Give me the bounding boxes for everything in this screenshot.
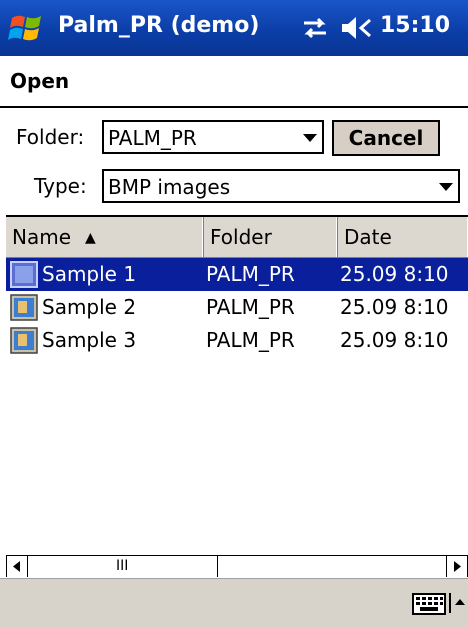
bmp-file-icon: [10, 261, 38, 288]
list-row-sample-1[interactable]: Sample 1 PALM_PR 25.09 8:10: [6, 258, 468, 291]
type-dropdown[interactable]: BMP images: [102, 169, 460, 203]
bmp-file-icon: [10, 294, 38, 321]
clock[interactable]: 15:10: [380, 13, 450, 38]
row-folder: PALM_PR: [206, 295, 295, 319]
page-title: Open: [10, 69, 70, 93]
scroll-left-button[interactable]: [6, 556, 28, 577]
scroll-track[interactable]: [218, 556, 446, 577]
row-folder: PALM_PR: [206, 328, 295, 352]
header-divider: [0, 106, 468, 108]
title-bar: Palm_PR (demo) 15:10: [0, 0, 468, 56]
column-header-date[interactable]: Date: [338, 217, 468, 257]
column-header-name[interactable]: Name ▲: [6, 217, 204, 257]
folder-label: Folder:: [16, 125, 85, 149]
chevron-down-icon: [303, 134, 317, 142]
sort-ascending-icon: ▲: [85, 230, 96, 246]
speaker-icon[interactable]: [340, 15, 374, 41]
windows-start-icon[interactable]: [6, 8, 48, 48]
row-date: 25.09 8:10: [340, 262, 449, 286]
list-header: Name ▲ Folder Date: [6, 217, 468, 258]
folder-value: PALM_PR: [108, 126, 197, 150]
list-row-sample-3[interactable]: Sample 3 PALM_PR 25.09 8:10: [6, 324, 468, 357]
keyboard-icon[interactable]: [412, 593, 446, 615]
dialog-header: Open: [0, 56, 468, 106]
column-header-name-label: Name: [12, 225, 72, 249]
type-value: BMP images: [108, 175, 231, 199]
folder-dropdown[interactable]: PALM_PR: [102, 120, 324, 154]
arrow-right-icon: [454, 561, 461, 572]
row-date: 25.09 8:10: [340, 295, 449, 319]
scroll-right-button[interactable]: [446, 556, 468, 577]
chevron-down-icon: [439, 183, 453, 191]
scroll-thumb[interactable]: III: [28, 556, 218, 577]
horizontal-scrollbar[interactable]: III: [6, 555, 468, 578]
file-list[interactable]: Name ▲ Folder Date Sample 1 PALM_PR 25.09…: [6, 215, 468, 557]
row-date: 25.09 8:10: [340, 328, 449, 352]
bmp-file-icon: [10, 327, 38, 354]
row-folder: PALM_PR: [206, 262, 295, 286]
column-header-folder[interactable]: Folder: [204, 217, 338, 257]
row-name: Sample 3: [42, 328, 137, 352]
arrow-left-icon: [13, 561, 20, 572]
list-row-sample-2[interactable]: Sample 2 PALM_PR 25.09 8:10: [6, 291, 468, 324]
command-bar: [0, 578, 468, 627]
row-name: Sample 2: [42, 295, 137, 319]
row-name: Sample 1: [42, 262, 137, 286]
scroll-thumb-grip: III: [116, 558, 129, 574]
type-label: Type:: [34, 174, 87, 198]
connectivity-icon[interactable]: [300, 15, 330, 41]
cancel-button[interactable]: Cancel: [332, 120, 440, 156]
app-title: Palm_PR (demo): [58, 13, 260, 38]
input-panel-arrow-icon[interactable]: [448, 591, 466, 615]
